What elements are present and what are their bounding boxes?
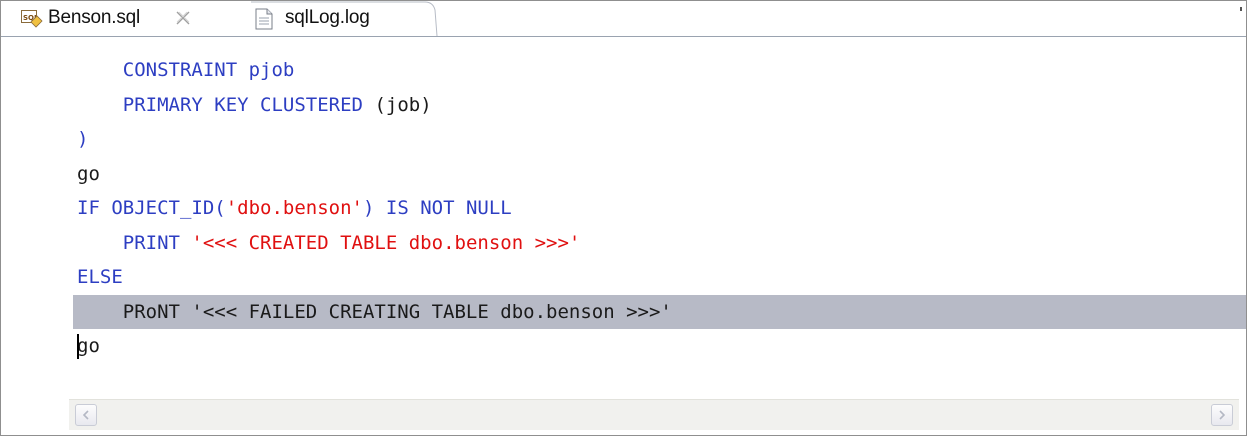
string-literal: 'dbo.benson' [225,197,363,219]
code-line[interactable]: CONSTRAINT pjob [77,53,1237,88]
tab-label-sqllog-log: sqlLog.log [285,7,370,28]
sql-keyword-token: CONSTRAINT pjob [122,59,295,81]
current-line[interactable]: PRoNT '<<< FAILED CREATING TABLE dbo.ben… [73,294,1246,329]
text-caret [77,334,79,359]
string-literal: '<<< CREATED TABLE dbo.benson >>>' [191,231,581,254]
editor-tab-bar: SQL Benson.sql sqlLog.log [1,1,1246,37]
code-line[interactable]: go [77,157,1237,192]
code-token: (job) [374,93,432,116]
sql-keyword-token: ) IS NOT NULL [363,197,512,219]
tab-benson-sql[interactable]: SQL Benson.sql [1,1,251,36]
code-line[interactable]: IF OBJECT_ID('dbo.benson') IS NOT NULL [77,191,1237,226]
chevron-right-icon [1219,410,1226,420]
code-token: go [77,162,100,185]
close-icon[interactable] [174,9,192,27]
chevron-left-icon [82,410,89,420]
scroll-right-button[interactable] [1211,404,1233,426]
code-token: go [77,335,100,357]
horizontal-scrollbar[interactable] [69,399,1239,430]
code-line[interactable]: ELSE [77,260,1237,295]
sql-file-icon: SQL [21,10,43,28]
editor-ruler [41,37,69,399]
sql-keyword-token: IF OBJECT_ID( [77,197,226,219]
tab-sqllog-log[interactable]: sqlLog.log [215,1,435,36]
code-token: PRoNT '<<< FAILED CREATING TABLE dbo.ben… [122,300,672,323]
tab-bar-corner-mark [1240,7,1242,11]
tab-label-benson-sql: Benson.sql [48,7,141,28]
sql-editor-window: SQL Benson.sql sqlLog.log CONSTRAINT pjo… [0,0,1247,436]
code-line[interactable]: ) [77,122,1237,157]
log-file-icon [255,8,273,30]
code-editor[interactable]: CONSTRAINT pjob PRIMARY KEY CLUSTERED (j… [1,37,1246,399]
sql-keyword-token: PRINT [122,231,192,254]
code-line[interactable]: go [77,329,1237,364]
sql-keyword-token: PRIMARY KEY CLUSTERED [122,93,375,116]
code-line[interactable]: PRINT '<<< CREATED TABLE dbo.benson >>>' [77,226,1237,261]
code-line[interactable]: PRIMARY KEY CLUSTERED (job) [77,88,1237,123]
scroll-left-button[interactable] [75,404,97,426]
sql-keyword-token: ) [77,128,89,150]
code-text-area[interactable]: CONSTRAINT pjob PRIMARY KEY CLUSTERED (j… [73,53,1246,364]
sql-keyword-token: ELSE [77,266,123,288]
